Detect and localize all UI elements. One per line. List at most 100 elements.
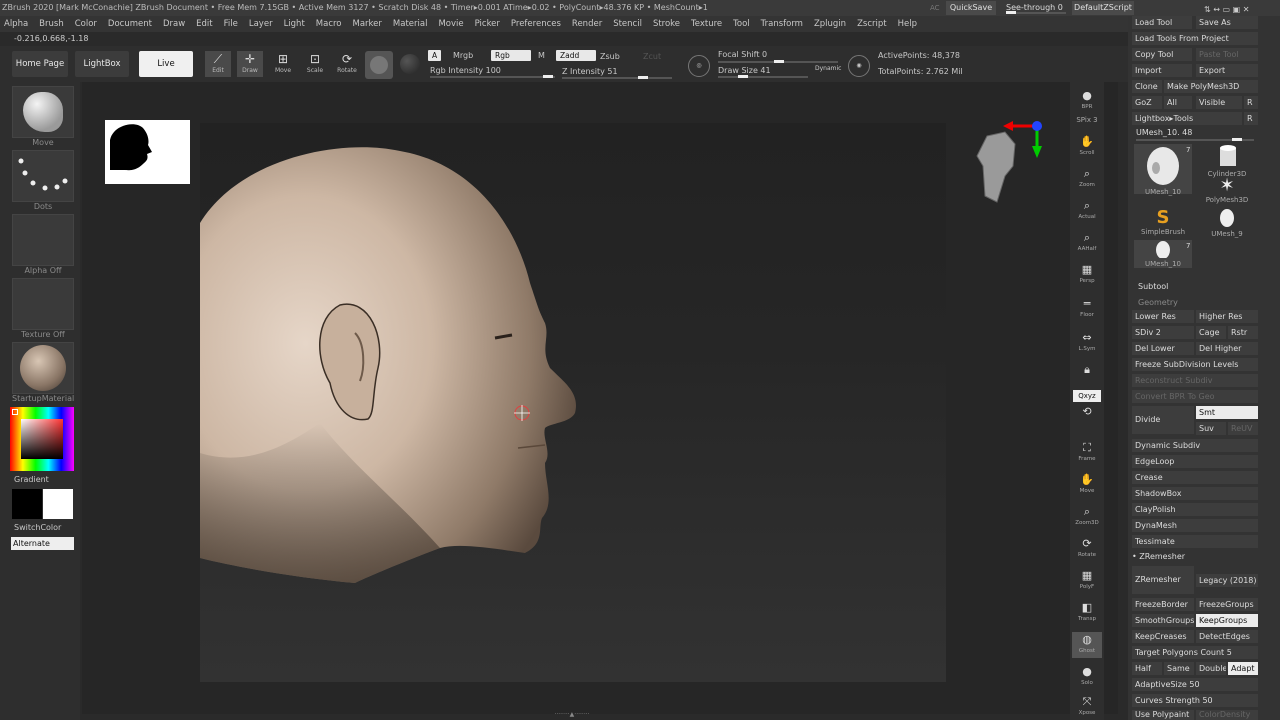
- axis-toggle-button[interactable]: ⟲: [1072, 404, 1102, 430]
- draw-size-slider[interactable]: [718, 75, 808, 78]
- menu-movie[interactable]: Movie: [438, 16, 463, 32]
- xyz-button[interactable]: Qxyz: [1073, 390, 1101, 402]
- zremesher-button[interactable]: ZRemesher: [1132, 566, 1194, 594]
- zsub-button[interactable]: Zsub: [600, 52, 620, 61]
- tool-thumb-umesh10-b[interactable]: UMesh_10: [1134, 240, 1192, 268]
- menu-texture[interactable]: Texture: [691, 16, 722, 32]
- scroll-button[interactable]: ✋ Scroll: [1072, 134, 1102, 160]
- lower-res-button[interactable]: Lower Res: [1132, 310, 1194, 323]
- subtool-section[interactable]: Subtool: [1138, 282, 1168, 291]
- menu-brush[interactable]: Brush: [39, 16, 64, 32]
- rotate3d-button[interactable]: ⟳ Rotate: [1072, 536, 1102, 562]
- material-sphere-icon[interactable]: [400, 54, 420, 74]
- crease-section[interactable]: Crease: [1132, 471, 1258, 484]
- rgb-intensity-slider[interactable]: [430, 75, 555, 78]
- shadowbox-section[interactable]: ShadowBox: [1132, 487, 1258, 500]
- del-lower-button[interactable]: Del Lower: [1132, 342, 1194, 355]
- zremesher-section[interactable]: • ZRemesher: [1132, 552, 1185, 561]
- brush-move-button[interactable]: [12, 86, 74, 138]
- gradient-label[interactable]: Gradient: [14, 475, 49, 484]
- m-button[interactable]: M: [538, 51, 545, 60]
- menu-stencil[interactable]: Stencil: [613, 16, 642, 32]
- reuv-button[interactable]: ReUV: [1228, 422, 1258, 435]
- freeze-groups-button[interactable]: FreezeGroups: [1196, 598, 1258, 611]
- lightbox-r-button[interactable]: R: [1244, 112, 1258, 125]
- same-button[interactable]: Same: [1164, 662, 1194, 675]
- document-viewport[interactable]: [200, 123, 946, 682]
- move3d-button[interactable]: ✋ Move: [1072, 472, 1102, 498]
- material-button[interactable]: [12, 342, 74, 394]
- clone-button[interactable]: Clone: [1132, 80, 1162, 93]
- z-intensity-knob[interactable]: [638, 76, 648, 79]
- menu-picker[interactable]: Picker: [475, 16, 500, 32]
- focal-shift-icon[interactable]: ◎: [688, 55, 710, 77]
- detect-edges-button[interactable]: DetectEdges: [1196, 630, 1258, 643]
- freeze-subdiv-button[interactable]: Freeze SubDivision Levels: [1132, 358, 1258, 371]
- primary-color-swatch[interactable]: [43, 489, 73, 519]
- draw-size-knob[interactable]: [738, 75, 748, 78]
- load-tool-button[interactable]: Load Tool: [1132, 16, 1192, 29]
- legacy-button[interactable]: Legacy (2018): [1196, 574, 1258, 587]
- goz-all-button[interactable]: All: [1164, 96, 1192, 109]
- menu-light[interactable]: Light: [284, 16, 305, 32]
- draw-size-label[interactable]: Draw Size 41: [718, 66, 771, 75]
- goz-button[interactable]: GoZ: [1132, 96, 1162, 109]
- ghost-button[interactable]: ◍ Ghost: [1072, 632, 1102, 658]
- menu-help[interactable]: Help: [898, 16, 917, 32]
- zoom3d-button[interactable]: ⌕ Zoom3D: [1072, 504, 1102, 530]
- scale-button[interactable]: ⊡ Scale: [302, 51, 328, 77]
- mrgb-button[interactable]: Mrgb: [453, 51, 473, 60]
- home-page-button[interactable]: Home Page: [12, 51, 68, 77]
- rstr-button[interactable]: Rstr: [1228, 326, 1258, 339]
- edit-button[interactable]: ⟋ Edit: [205, 51, 231, 77]
- del-higher-button[interactable]: Del Higher: [1196, 342, 1258, 355]
- zcut-button[interactable]: Zcut: [643, 52, 661, 61]
- focal-shift-knob[interactable]: [774, 60, 784, 63]
- save-as-button[interactable]: Save As: [1196, 16, 1258, 29]
- zadd-button[interactable]: Zadd: [556, 50, 596, 61]
- edgeloop-section[interactable]: EdgeLoop: [1132, 455, 1258, 468]
- solo-button[interactable]: ● Solo: [1072, 664, 1102, 690]
- menu-edit[interactable]: Edit: [196, 16, 212, 32]
- frame-button[interactable]: ⛶ Frame: [1072, 440, 1102, 466]
- actual-button[interactable]: ⌕ Actual: [1072, 198, 1102, 224]
- geometry-section[interactable]: Geometry: [1138, 298, 1178, 307]
- menu-tool[interactable]: Tool: [733, 16, 750, 32]
- divide-button[interactable]: Divide: [1132, 406, 1194, 434]
- claypolish-section[interactable]: ClayPolish: [1132, 503, 1258, 516]
- load-tools-from-project-button[interactable]: Load Tools From Project: [1132, 32, 1258, 45]
- floor-button[interactable]: ═ Floor: [1072, 296, 1102, 322]
- menu-preferences[interactable]: Preferences: [511, 16, 561, 32]
- keep-groups-toggle[interactable]: KeepGroups: [1196, 614, 1258, 627]
- zoom-button[interactable]: ⌕ Zoom: [1072, 166, 1102, 192]
- menu-macro[interactable]: Macro: [316, 16, 342, 32]
- target-polygons-slider[interactable]: Target Polygons Count 5: [1132, 646, 1258, 659]
- focal-shift-label[interactable]: Focal Shift 0: [718, 50, 767, 59]
- freeze-border-button[interactable]: FreezeBorder: [1132, 598, 1194, 611]
- menu-transform[interactable]: Transform: [761, 16, 803, 32]
- paste-tool-button[interactable]: Paste Tool: [1196, 48, 1258, 61]
- copy-tool-button[interactable]: Copy Tool: [1132, 48, 1192, 61]
- switch-color-button[interactable]: SwitchColor: [14, 523, 61, 532]
- menu-document[interactable]: Document: [108, 16, 152, 32]
- menu-zplugin[interactable]: Zplugin: [814, 16, 846, 32]
- draw-button[interactable]: ✛ Draw: [237, 51, 263, 77]
- use-polypaint-button[interactable]: Use Polypaint: [1132, 710, 1194, 720]
- alpha-button[interactable]: [12, 214, 74, 266]
- dynamic-subdiv-section[interactable]: Dynamic Subdiv: [1132, 439, 1258, 452]
- navigation-thumbnail[interactable]: [105, 120, 190, 184]
- quicksave-button[interactable]: QuickSave: [946, 1, 996, 15]
- color-density-slider[interactable]: ColorDensity: [1196, 710, 1258, 720]
- lock-button[interactable]: 🔒︎: [1072, 362, 1102, 382]
- smooth-groups-slider[interactable]: SmoothGroups: [1132, 614, 1194, 627]
- z-intensity-label[interactable]: Z Intensity 51: [562, 67, 618, 76]
- adaptive-size-slider[interactable]: AdaptiveSize 50: [1132, 678, 1258, 691]
- sdiv-slider[interactable]: SDiv 2: [1132, 326, 1194, 339]
- half-button[interactable]: Half: [1132, 662, 1162, 675]
- orientation-gizmo[interactable]: [975, 118, 1045, 208]
- spix-slider[interactable]: SPix 3: [1072, 116, 1102, 130]
- see-through-knob[interactable]: [1006, 11, 1016, 14]
- aahalf-button[interactable]: ⌕ AAHalf: [1072, 230, 1102, 256]
- see-through-track[interactable]: [1006, 11, 1066, 14]
- convert-bpr-button[interactable]: Convert BPR To Geo: [1132, 390, 1258, 403]
